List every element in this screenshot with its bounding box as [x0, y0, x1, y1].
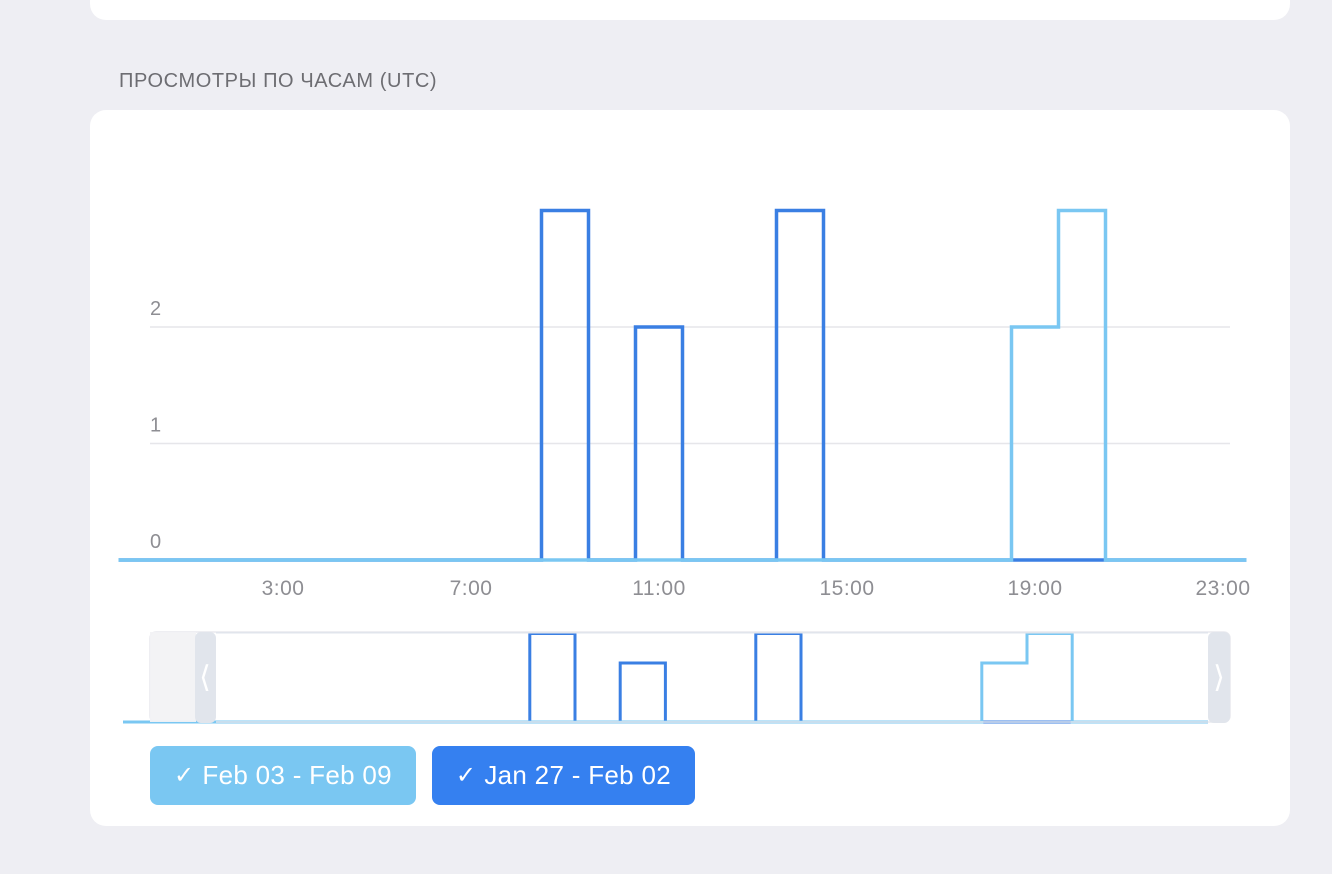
- section-title: ПРОСМОТРЫ ПО ЧАСАМ (UTC): [119, 70, 438, 92]
- range-track: [149, 631, 1231, 723]
- range-selector[interactable]: ⟨ ⟩: [90, 110, 1290, 740]
- range-mask-left: [150, 632, 196, 722]
- legend-label: Jan 27 - Feb 02: [484, 760, 671, 790]
- chevron-right-icon: ⟩: [1213, 660, 1225, 695]
- previous-card: [90, 0, 1290, 20]
- check-icon: ✓: [174, 762, 195, 789]
- chart-card: 0 1 2 3:00 7:00 11:00 15:00 19:00 23:00 ⟨ ⟩ ✓ Feb…: [90, 110, 1290, 826]
- chevron-left-icon: ⟨: [199, 660, 211, 695]
- legend-toggle-feb03-feb09[interactable]: ✓ Feb 03 - Feb 09: [150, 746, 416, 805]
- check-icon: ✓: [455, 762, 477, 789]
- legend-label: Feb 03 - Feb 09: [202, 760, 392, 790]
- legend: ✓ Feb 03 - Feb 09 ✓ Jan 27 - Feb 02: [150, 746, 695, 805]
- legend-toggle-jan27-feb02[interactable]: ✓ Jan 27 - Feb 02: [431, 746, 695, 805]
